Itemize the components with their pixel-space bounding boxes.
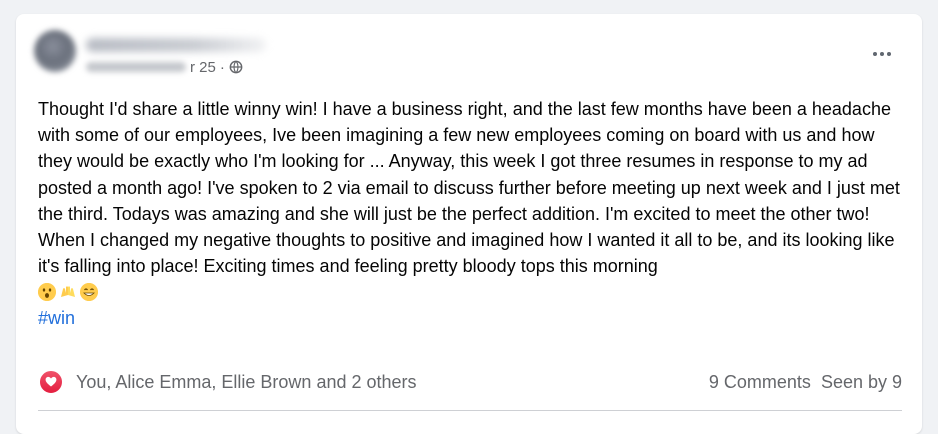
post-body: Thought I'd share a little winny win! I … [38, 96, 908, 332]
seen-by[interactable]: Seen by 9 [821, 372, 902, 393]
reactions-summary[interactable]: You, Alice Emma, Ellie Brown and 2 other… [76, 372, 417, 393]
footer-divider [38, 410, 902, 411]
heart-icon[interactable] [38, 369, 64, 395]
author-avatar[interactable] [34, 30, 76, 72]
author-name-redacted[interactable] [86, 38, 266, 52]
post-date[interactable]: r 25 [190, 59, 216, 76]
post-card: r 25 · Thought I'd share a little winny … [16, 14, 922, 434]
comments-count[interactable]: 9 Comments [709, 372, 811, 393]
more-options-button[interactable] [864, 36, 900, 72]
more-options-icon-dot [880, 52, 884, 56]
more-options-icon [873, 52, 877, 56]
post-footer: You, Alice Emma, Ellie Brown and 2 other… [38, 368, 902, 396]
emoji-row [38, 279, 908, 305]
meta-separator: · [219, 58, 225, 76]
hashtag-link[interactable]: #win [38, 308, 75, 328]
grinning-face-emoji [80, 283, 98, 302]
post-paragraph: Thought I'd share a little winny win! I … [38, 99, 900, 224]
post-paragraph: When I changed my negative thoughts to p… [38, 230, 895, 277]
globe-icon[interactable] [229, 60, 243, 74]
astonished-face-emoji [38, 283, 56, 302]
more-options-icon-dot [887, 52, 891, 56]
raising-hands-emoji [61, 286, 75, 298]
post-date-redacted [86, 62, 186, 72]
heart-glyph [45, 376, 57, 387]
post-meta: r 25 · [86, 58, 243, 76]
